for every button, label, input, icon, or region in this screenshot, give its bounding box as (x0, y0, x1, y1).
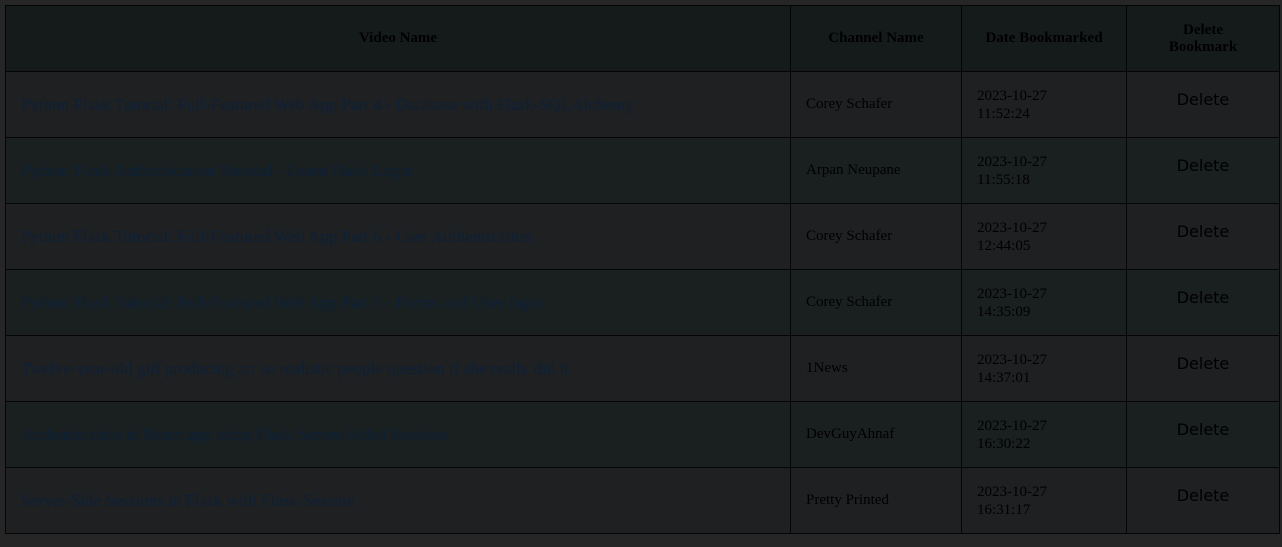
bookmark-time: 16:31:17 (977, 501, 1031, 518)
video-name-cell: Python Flask Tutorial: Full-Featured Web… (5, 71, 791, 138)
header-video-name: Video Name (5, 5, 791, 72)
table-row: Twelve-year-old girl producing art so re… (5, 335, 1280, 402)
bookmark-date: 2023-10-27 (977, 285, 1047, 302)
bookmark-time: 16:30:22 (977, 435, 1031, 452)
bookmark-time: 14:35:09 (977, 303, 1031, 320)
bookmark-date: 2023-10-27 (977, 483, 1047, 500)
table-row: Server-Side Sessions in Flask with Flask… (5, 467, 1280, 534)
header-delete-bookmark: Delete Bookmark (1126, 5, 1280, 72)
video-link[interactable]: Server-Side Sessions in Flask with Flask… (21, 491, 355, 510)
bookmark-date: 2023-10-27 (977, 153, 1047, 170)
video-name-cell: Server-Side Sessions in Flask with Flask… (5, 467, 791, 534)
delete-bookmark-button[interactable]: Delete (1177, 156, 1230, 175)
video-name-cell: Twelve-year-old girl producing art so re… (5, 335, 791, 402)
bookmark-time: 14:37:01 (977, 369, 1031, 386)
bookmark-time: 11:55:18 (977, 171, 1030, 188)
channel-name-cell: Corey Schafer (790, 203, 962, 270)
table-row: Python Flask Tutorial: Full-Featured Web… (5, 203, 1280, 270)
video-name-cell: Python Flask Tutorial: Full-Featured Web… (5, 203, 791, 270)
header-row: Video Name Channel Name Date Bookmarked … (5, 5, 1280, 72)
header-date-bookmarked: Date Bookmarked (961, 5, 1127, 72)
channel-name-cell: Corey Schafer (790, 269, 962, 336)
channel-name-cell: DevGuyAhnaf (790, 401, 962, 468)
bookmark-date: 2023-10-27 (977, 351, 1047, 368)
date-bookmarked-cell: 2023-10-27 11:52:24 (961, 71, 1127, 138)
delete-cell: Delete (1126, 401, 1280, 468)
date-bookmarked-cell: 2023-10-27 16:30:22 (961, 401, 1127, 468)
channel-name-cell: Corey Schafer (790, 71, 962, 138)
delete-cell: Delete (1126, 71, 1280, 138)
table-row: Authentication in React app using Flask … (5, 401, 1280, 468)
delete-cell: Delete (1126, 269, 1280, 336)
bookmark-date: 2023-10-27 (977, 87, 1047, 104)
date-bookmarked-cell: 2023-10-27 14:37:01 (961, 335, 1127, 402)
video-name-cell: Authentication in React app using Flask … (5, 401, 791, 468)
date-bookmarked-cell: 2023-10-27 16:31:17 (961, 467, 1127, 534)
delete-bookmark-button[interactable]: Delete (1177, 288, 1230, 307)
channel-name-cell: Arpan Neupane (790, 137, 962, 204)
table-row: Python Flask Tutorial: Full-Featured Web… (5, 71, 1280, 138)
date-bookmarked-cell: 2023-10-27 12:44:05 (961, 203, 1127, 270)
delete-cell: Delete (1126, 467, 1280, 534)
header-delete-line2: Bookmark (1168, 38, 1238, 55)
date-bookmarked-cell: 2023-10-27 14:35:09 (961, 269, 1127, 336)
video-link[interactable]: Authentication in React app using Flask … (21, 425, 449, 444)
channel-name-cell: 1News (790, 335, 962, 402)
delete-bookmark-button[interactable]: Delete (1177, 420, 1230, 439)
channel-name-cell: Pretty Printed (790, 467, 962, 534)
delete-cell: Delete (1126, 137, 1280, 204)
bookmark-time: 12:44:05 (977, 237, 1031, 254)
video-link[interactable]: Python Flask Authentication Tutorial - L… (21, 161, 412, 180)
delete-bookmark-button[interactable]: Delete (1177, 354, 1230, 373)
video-link[interactable]: Python Flask Tutorial: Full-Featured Web… (21, 293, 544, 312)
delete-cell: Delete (1126, 335, 1280, 402)
table-row: Python Flask Authentication Tutorial - L… (5, 137, 1280, 204)
video-link[interactable]: Python Flask Tutorial: Full-Featured Web… (21, 227, 532, 246)
delete-cell: Delete (1126, 203, 1280, 270)
bookmark-time: 11:52:24 (977, 105, 1030, 122)
table-row: Python Flask Tutorial: Full-Featured Web… (5, 269, 1280, 336)
bookmark-date: 2023-10-27 (977, 219, 1047, 236)
video-name-cell: Python Flask Tutorial: Full-Featured Web… (5, 269, 791, 336)
video-link[interactable]: Twelve-year-old girl producing art so re… (21, 359, 569, 378)
delete-bookmark-button[interactable]: Delete (1177, 90, 1230, 109)
header-channel-name: Channel Name (790, 5, 962, 72)
page-overlay: Video Name Channel Name Date Bookmarked … (0, 0, 1282, 547)
delete-bookmark-button[interactable]: Delete (1177, 222, 1230, 241)
date-bookmarked-cell: 2023-10-27 11:55:18 (961, 137, 1127, 204)
bookmarks-table: Video Name Channel Name Date Bookmarked … (5, 5, 1280, 534)
video-link[interactable]: Python Flask Tutorial: Full-Featured Web… (21, 95, 634, 114)
header-delete-line1: Delete (1183, 21, 1223, 38)
delete-bookmark-button[interactable]: Delete (1177, 486, 1230, 505)
video-name-cell: Python Flask Authentication Tutorial - L… (5, 137, 791, 204)
bookmark-date: 2023-10-27 (977, 417, 1047, 434)
